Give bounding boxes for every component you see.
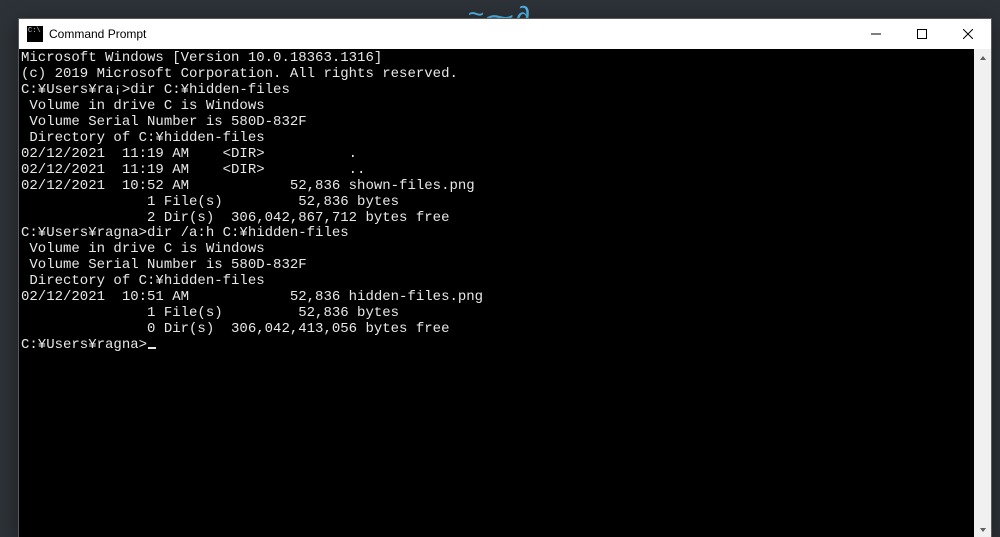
- terminal-line: 2 Dir(s) 306,042,867,712 bytes free: [21, 211, 989, 227]
- terminal-output[interactable]: Microsoft Windows [Version 10.0.18363.13…: [19, 49, 991, 537]
- terminal-line: Directory of C:¥hidden-files: [21, 274, 989, 290]
- terminal-line: 1 File(s) 52,836 bytes: [21, 195, 989, 211]
- terminal-line: 02/12/2021 10:51 AM 52,836 hidden-files.…: [21, 290, 989, 306]
- scrollbar[interactable]: [974, 49, 991, 537]
- terminal-line: 1 File(s) 52,836 bytes: [21, 306, 989, 322]
- scroll-down-button[interactable]: [974, 521, 991, 537]
- cursor: [148, 347, 156, 349]
- terminal-line: C:¥Users¥ragna>: [21, 338, 989, 354]
- minimize-button[interactable]: [853, 19, 899, 49]
- window-controls: [853, 19, 991, 49]
- terminal-line: 02/12/2021 10:52 AM 52,836 shown-files.p…: [21, 179, 989, 195]
- scroll-up-button[interactable]: [974, 49, 991, 66]
- command-prompt-window: Command Prompt Microsoft Windows [Versio…: [18, 18, 992, 537]
- cmd-icon: [27, 26, 43, 42]
- terminal-line: Volume in drive C is Windows: [21, 242, 989, 258]
- maximize-button[interactable]: [899, 19, 945, 49]
- scrollbar-track[interactable]: [974, 66, 991, 521]
- titlebar[interactable]: Command Prompt: [19, 19, 991, 49]
- close-button[interactable]: [945, 19, 991, 49]
- terminal-line: C:¥Users¥ragna>dir /a:h C:¥hidden-files: [21, 226, 989, 242]
- terminal-line: Directory of C:¥hidden-files: [21, 131, 989, 147]
- terminal-line: 02/12/2021 11:19 AM <DIR> .: [21, 147, 989, 163]
- terminal-line: Volume Serial Number is 580D-832F: [21, 115, 989, 131]
- terminal-line: 02/12/2021 11:19 AM <DIR> ..: [21, 163, 989, 179]
- terminal-line: Microsoft Windows [Version 10.0.18363.13…: [21, 51, 989, 67]
- terminal-line: 0 Dir(s) 306,042,413,056 bytes free: [21, 322, 989, 338]
- terminal-line: (c) 2019 Microsoft Corporation. All righ…: [21, 67, 989, 83]
- terminal-line: Volume Serial Number is 580D-832F: [21, 258, 989, 274]
- terminal-line: Volume in drive C is Windows: [21, 99, 989, 115]
- window-title: Command Prompt: [49, 27, 853, 41]
- terminal-line: C:¥Users¥ra¡>dir C:¥hidden-files: [21, 83, 989, 99]
